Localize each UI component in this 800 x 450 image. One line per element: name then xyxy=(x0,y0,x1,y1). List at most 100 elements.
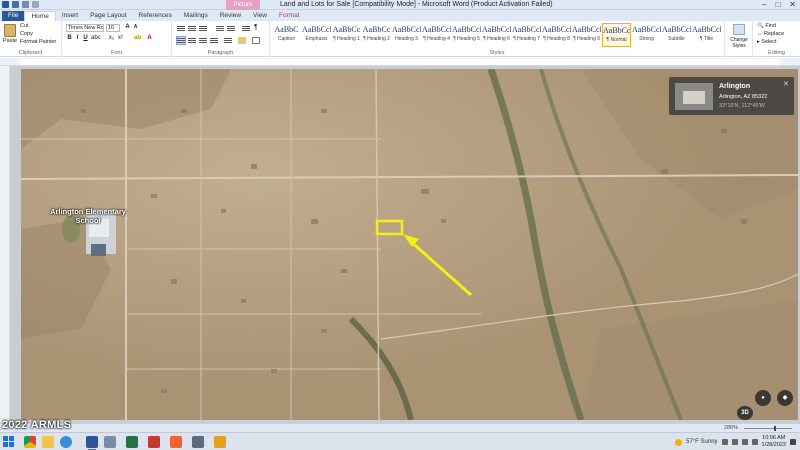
excel-icon[interactable] xyxy=(126,436,138,448)
weather-text[interactable]: 57°F Sunny xyxy=(686,439,717,445)
numbering-button[interactable] xyxy=(188,25,196,32)
style-sample: AaBbCcI xyxy=(452,25,481,34)
subscript-button[interactable]: x₂ xyxy=(108,35,115,41)
minimize-button[interactable]: – xyxy=(762,0,766,10)
line-spacing-button[interactable] xyxy=(224,37,232,44)
style-sample: AaBbCcDi xyxy=(482,25,511,34)
find-button[interactable]: 🔍 Find xyxy=(757,23,776,29)
cut-button[interactable]: Cut xyxy=(20,23,29,29)
app-taskbar-icon[interactable] xyxy=(214,436,226,448)
show-marks-button[interactable]: ¶ xyxy=(254,24,262,31)
multilevel-list-button[interactable] xyxy=(199,25,207,32)
file-explorer-icon[interactable] xyxy=(42,436,54,448)
tab-home[interactable]: Home xyxy=(24,11,56,21)
vertical-ruler[interactable] xyxy=(0,66,10,423)
compass-icon[interactable]: ◆ xyxy=(777,390,793,406)
redo-icon[interactable] xyxy=(32,1,39,8)
zoom-level[interactable]: 280% xyxy=(724,424,738,432)
style-caption[interactable]: AaBbC Caption xyxy=(272,23,301,47)
highlight-button[interactable]: ab xyxy=(134,35,141,41)
strikethrough-button[interactable]: abc xyxy=(91,35,101,41)
battery-icon[interactable] xyxy=(751,439,758,445)
style-normal[interactable]: AaBbCcDi ¶ Normal xyxy=(602,23,631,47)
show-hidden-icons-icon[interactable] xyxy=(721,439,728,445)
style-heading-7[interactable]: AaBbCcDi ¶ Heading 7 xyxy=(512,23,541,47)
edge-icon[interactable] xyxy=(60,436,72,448)
align-center-button[interactable] xyxy=(188,37,196,44)
style-heading-1[interactable]: AaBbCc ¶ Heading 1 xyxy=(332,23,361,47)
word-taskbar-icon[interactable] xyxy=(86,436,98,450)
style-heading-6[interactable]: AaBbCcDi ¶ Heading 6 xyxy=(482,23,511,47)
word-app-icon[interactable] xyxy=(2,1,9,8)
shrink-font-button[interactable]: A xyxy=(132,24,139,30)
style-heading-4[interactable]: AaBbCcI ¶ Heading 4 xyxy=(422,23,451,47)
tab-mailings[interactable]: Mailings xyxy=(178,11,214,21)
style-heading-9[interactable]: AaBbCcDi ¶ Heading 9 xyxy=(572,23,601,47)
style-name: ¶ Heading 6 xyxy=(483,36,510,42)
tab-page-layout[interactable]: Page Layout xyxy=(84,11,133,21)
pegman-icon[interactable]: ● xyxy=(755,390,771,406)
network-icon[interactable] xyxy=(731,439,738,445)
font-size-box[interactable]: 10 xyxy=(106,24,120,32)
acrobat-icon[interactable] xyxy=(148,436,160,448)
bold-button[interactable]: B xyxy=(66,35,73,41)
tab-file[interactable]: File xyxy=(2,11,25,21)
replace-button[interactable]: ↔ Replace xyxy=(757,31,784,37)
brave-icon[interactable] xyxy=(170,436,182,448)
undo-icon[interactable] xyxy=(22,1,29,8)
style-strong[interactable]: AaBbCcDi Strong xyxy=(632,23,661,47)
style-emphasis[interactable]: AaBbCcI Emphasis xyxy=(302,23,331,47)
title-bar: Picture Tools Land and Lots for Sale [Co… xyxy=(0,0,800,18)
windows-start-icon[interactable] xyxy=(3,436,14,447)
3d-toggle-button[interactable]: 3D xyxy=(737,406,753,420)
borders-button[interactable] xyxy=(252,37,260,44)
horizontal-ruler[interactable] xyxy=(0,58,800,66)
align-left-button[interactable] xyxy=(176,36,186,45)
shading-button[interactable] xyxy=(238,37,246,44)
tab-references[interactable]: References xyxy=(133,11,178,21)
italic-button[interactable]: I xyxy=(74,35,81,41)
grow-font-button[interactable]: A xyxy=(124,24,131,30)
justify-button[interactable] xyxy=(210,37,218,44)
font-color-button[interactable]: A xyxy=(146,35,153,41)
style-title[interactable]: AaBbCcDd ¶ Title xyxy=(692,23,721,47)
select-button[interactable]: ▸ Select xyxy=(757,39,777,45)
close-button[interactable]: ✕ xyxy=(789,0,796,10)
style-heading-2[interactable]: AaBbCc ¶ Heading 2 xyxy=(362,23,391,47)
underline-button[interactable]: U xyxy=(82,35,89,41)
save-icon[interactable] xyxy=(12,1,19,8)
location-info-card[interactable]: Arlington Arlington, AZ 85322 33°19'N, 1… xyxy=(669,77,794,115)
style-heading-3[interactable]: AaBbCcI Heading 3 xyxy=(392,23,421,47)
app-taskbar-icon[interactable] xyxy=(104,436,116,448)
superscript-button[interactable]: x² xyxy=(117,35,124,41)
tab-view[interactable]: View xyxy=(247,11,273,21)
style-sample: AaBbCcI xyxy=(302,25,331,34)
zoom-slider[interactable] xyxy=(744,428,792,429)
copy-button[interactable]: Copy xyxy=(20,31,33,37)
change-styles-button[interactable]: Change Styles xyxy=(726,37,752,49)
paste-button[interactable]: Paste xyxy=(3,24,17,48)
style-heading-8[interactable]: AaBbCcDi ¶ Heading 8 xyxy=(542,23,571,47)
maximize-button[interactable]: □ xyxy=(775,0,780,10)
sort-button[interactable] xyxy=(242,25,250,32)
aerial-map-image[interactable]: Arlington Elementary School Arlington Ar… xyxy=(21,69,798,420)
location-coordinates: 33°19'N, 112°45'W xyxy=(719,103,765,109)
app-taskbar-icon[interactable] xyxy=(192,436,204,448)
tab-format[interactable]: Format xyxy=(273,11,306,21)
clock[interactable]: 10:06 AM 1/28/2022 xyxy=(762,435,786,449)
close-icon[interactable]: ✕ xyxy=(783,80,789,88)
style-heading-5[interactable]: AaBbCcI ¶ Heading 5 xyxy=(452,23,481,47)
chrome-icon[interactable] xyxy=(24,436,36,448)
format-painter-button[interactable]: Format Painter xyxy=(20,39,56,45)
tab-review[interactable]: Review xyxy=(214,11,247,21)
tab-insert[interactable]: Insert xyxy=(56,11,84,21)
increase-indent-button[interactable] xyxy=(227,25,235,32)
decrease-indent-button[interactable] xyxy=(216,25,224,32)
style-subtitle[interactable]: AaBbCcI Subtitle xyxy=(662,23,691,47)
align-right-button[interactable] xyxy=(199,37,207,44)
font-name-box[interactable]: Times New Rom xyxy=(66,24,104,32)
zoom-slider-thumb[interactable] xyxy=(774,426,776,431)
volume-icon[interactable] xyxy=(741,439,748,445)
bullets-button[interactable] xyxy=(177,25,185,32)
notifications-icon[interactable] xyxy=(790,439,796,445)
